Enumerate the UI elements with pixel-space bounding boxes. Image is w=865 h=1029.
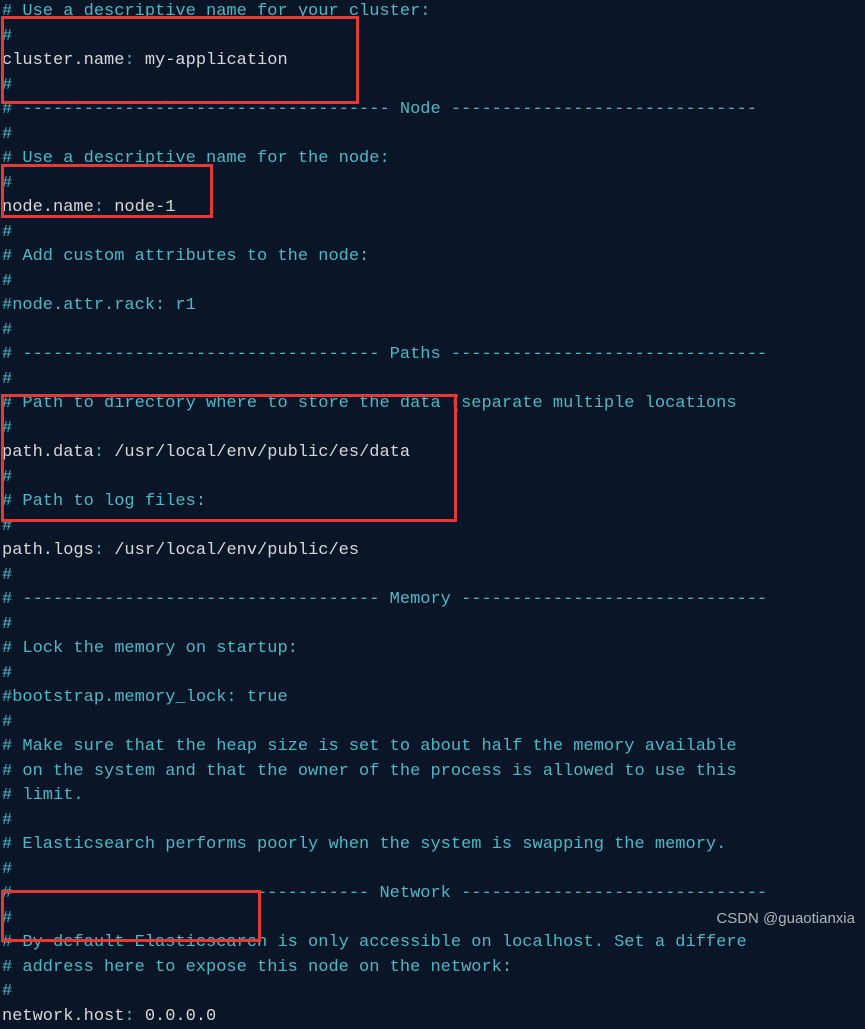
config-line: # <box>0 123 865 148</box>
config-value: node-1 <box>114 198 175 217</box>
comment-text: # <box>2 566 12 585</box>
comment-text: # ----------------------------------- Me… <box>2 590 767 609</box>
comment-text: # <box>2 664 12 683</box>
config-value: /usr/local/env/public/es/data <box>114 443 410 462</box>
config-key: node.name <box>2 198 94 217</box>
config-line: # <box>0 809 865 834</box>
config-key: path.data <box>2 443 94 462</box>
comment-text: # <box>2 419 12 438</box>
config-line: # <box>0 613 865 638</box>
config-line: # <box>0 858 865 883</box>
comment-text: # Use a descriptive name for the node: <box>2 149 390 168</box>
comment-text: # ---------------------------------- Net… <box>2 884 767 903</box>
config-line: # limit. <box>0 784 865 809</box>
comment-text: # Use a descriptive name for your cluste… <box>2 2 430 21</box>
comment-text: # <box>2 223 12 242</box>
comment-text: # <box>2 468 12 487</box>
config-line: # <box>0 466 865 491</box>
comment-text: # Path to directory where to store the d… <box>2 394 747 413</box>
config-line: network.host: 0.0.0.0 <box>0 1005 865 1029</box>
comment-text: # ----------------------------------- Pa… <box>2 345 767 364</box>
comment-text: # <box>2 125 12 144</box>
comment-text: # address here to expose this node on th… <box>2 958 512 977</box>
config-line: # <box>0 564 865 589</box>
comment-text: # <box>2 517 12 536</box>
comment-text: # <box>2 321 12 340</box>
comment-text: # Add custom attributes to the node: <box>2 247 369 266</box>
comment-text: # <box>2 713 12 732</box>
config-key: cluster.name <box>2 51 124 70</box>
config-line: # <box>0 662 865 687</box>
config-line: # <box>0 711 865 736</box>
config-line: # By default Elasticsearch is only acces… <box>0 931 865 956</box>
config-line: #bootstrap.memory_lock: true <box>0 686 865 711</box>
config-line: path.logs: /usr/local/env/public/es <box>0 539 865 564</box>
comment-text: # limit. <box>2 786 84 805</box>
config-value: /usr/local/env/public/es <box>114 541 359 560</box>
config-line: # <box>0 417 865 442</box>
config-line: # ---------------------------------- Net… <box>0 882 865 907</box>
comment-text: # ------------------------------------ N… <box>2 100 757 119</box>
comment-text: # By default Elasticsearch is only acces… <box>2 933 747 952</box>
config-line: # Make sure that the heap size is set to… <box>0 735 865 760</box>
config-editor: # Use a descriptive name for your cluste… <box>0 0 865 1029</box>
config-line: # <box>0 25 865 50</box>
config-line: cluster.name: my-application <box>0 49 865 74</box>
comment-text: # <box>2 615 12 634</box>
config-line: # Path to directory where to store the d… <box>0 392 865 417</box>
comment-text: # <box>2 174 12 193</box>
config-line: path.data: /usr/local/env/public/es/data <box>0 441 865 466</box>
comment-text: # on the system and that the owner of th… <box>2 762 737 781</box>
separator: : <box>94 443 114 462</box>
config-line: # <box>0 221 865 246</box>
config-line: # on the system and that the owner of th… <box>0 760 865 785</box>
comment-text: # Make sure that the heap size is set to… <box>2 737 737 756</box>
config-value: 0.0.0.0 <box>145 1007 216 1026</box>
config-line: # Add custom attributes to the node: <box>0 245 865 270</box>
config-line: # address here to expose this node on th… <box>0 956 865 981</box>
separator: : <box>124 1007 144 1026</box>
config-line: # Elasticsearch performs poorly when the… <box>0 833 865 858</box>
config-line: # <box>0 172 865 197</box>
config-key: path.logs <box>2 541 94 560</box>
separator: : <box>94 541 114 560</box>
config-line: # ----------------------------------- Pa… <box>0 343 865 368</box>
comment-text: #bootstrap.memory_lock: true <box>2 688 288 707</box>
config-key: network.host <box>2 1007 124 1026</box>
comment-text: # <box>2 370 12 389</box>
watermark-text: CSDN @guaotianxia <box>716 907 855 932</box>
comment-text: # <box>2 860 12 879</box>
config-line: # Use a descriptive name for your cluste… <box>0 0 865 25</box>
separator: : <box>124 51 144 70</box>
comment-text: # Elasticsearch performs poorly when the… <box>2 835 726 854</box>
comment-text: # <box>2 909 12 928</box>
config-line: # <box>0 319 865 344</box>
comment-text: # <box>2 76 12 95</box>
config-line: # ----------------------------------- Me… <box>0 588 865 613</box>
comment-text: # <box>2 27 12 46</box>
separator: : <box>94 198 114 217</box>
comment-text: # <box>2 811 12 830</box>
comment-text: # <box>2 272 12 291</box>
config-value: my-application <box>145 51 288 70</box>
config-line: node.name: node-1 <box>0 196 865 221</box>
comment-text: # <box>2 982 12 1001</box>
config-line: # <box>0 270 865 295</box>
config-line: # <box>0 980 865 1005</box>
comment-text: # Lock the memory on startup: <box>2 639 298 658</box>
config-line: # Path to log files: <box>0 490 865 515</box>
config-line: # <box>0 74 865 99</box>
config-line: # Lock the memory on startup: <box>0 637 865 662</box>
config-line: # <box>0 515 865 540</box>
comment-text: # Path to log files: <box>2 492 206 511</box>
config-line: #node.attr.rack: r1 <box>0 294 865 319</box>
config-line: # ------------------------------------ N… <box>0 98 865 123</box>
config-line: # <box>0 368 865 393</box>
comment-text: #node.attr.rack: r1 <box>2 296 196 315</box>
config-line: # Use a descriptive name for the node: <box>0 147 865 172</box>
